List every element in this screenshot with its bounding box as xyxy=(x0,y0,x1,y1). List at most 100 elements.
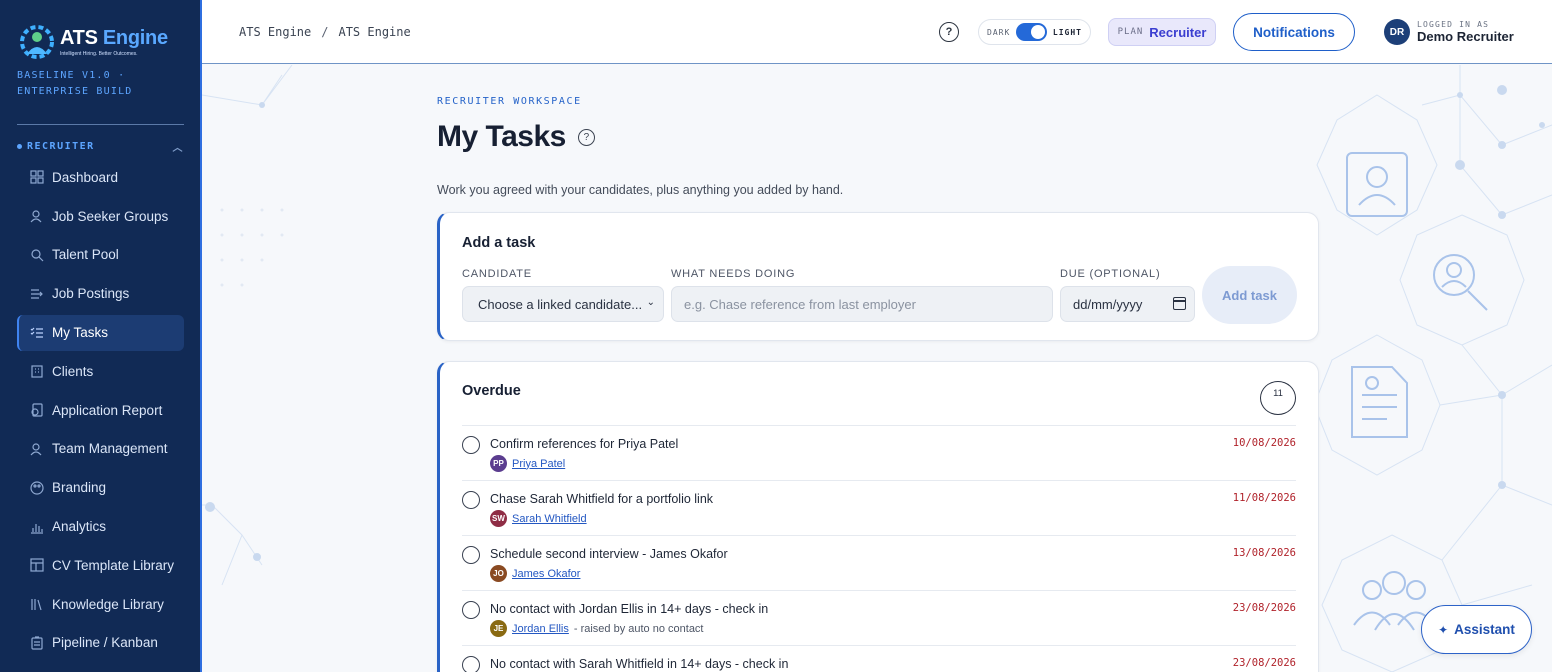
users-icon xyxy=(30,209,44,223)
brand-name-accent: Engine xyxy=(102,27,168,49)
report-icon xyxy=(30,403,44,417)
theme-toggle[interactable]: DARK LIGHT xyxy=(978,19,1091,45)
task-due-date: 11/08/2026 xyxy=(1232,492,1296,504)
task-due-date: 23/08/2026 xyxy=(1232,602,1296,614)
task-complete-checkbox[interactable] xyxy=(462,491,480,509)
sidebar-item-label: CV Template Library xyxy=(52,557,175,573)
bar-chart-icon xyxy=(30,520,44,534)
sidebar-nav: Dashboard Job Seeker Groups Talent Pool Job… xyxy=(17,158,184,662)
task-title: No contact with Jordan Ellis in 14+ days… xyxy=(490,602,769,616)
candidate-link[interactable]: Jordan Ellis xyxy=(512,623,569,635)
sidebar-item-label: Clients xyxy=(52,363,94,379)
task-row: Confirm references for Priya Patel PP Priy… xyxy=(462,425,1296,480)
task-source-note: - raised by auto no contact xyxy=(573,622,704,635)
building-icon xyxy=(30,364,44,378)
help-icon[interactable]: ? xyxy=(939,22,959,42)
task-title: Confirm references for Priya Patel xyxy=(490,437,679,451)
sidebar-item-talent-pool[interactable]: Talent Pool xyxy=(17,236,184,275)
sidebar-item-label: Application Report xyxy=(52,402,163,418)
notifications-button[interactable]: Notifications xyxy=(1233,13,1355,51)
candidate-link[interactable]: Sarah Whitfield xyxy=(512,513,587,525)
brand-name: ATS xyxy=(60,27,98,49)
add-task-card: Add a task CANDIDATE WHAT NEEDS DOING DU… xyxy=(437,212,1319,341)
task-due-date: 13/08/2026 xyxy=(1232,547,1296,559)
task-complete-checkbox[interactable] xyxy=(462,546,480,564)
task-row: No contact with Jordan Ellis in 14+ days… xyxy=(462,590,1296,645)
candidate-link[interactable]: James Okafor xyxy=(512,568,580,580)
sidebar-item-knowledge-library[interactable]: Knowledge Library xyxy=(17,585,184,624)
sidebar-item-dashboard[interactable]: Dashboard xyxy=(17,158,184,197)
plan-label: PLAN xyxy=(1117,27,1144,37)
sidebar-item-clients[interactable]: Clients xyxy=(17,352,184,391)
assistant-button[interactable]: ✦ Assistant xyxy=(1421,605,1532,654)
chevron-up-icon: ︿ xyxy=(172,143,184,154)
overdue-card: Overdue 11 Confirm references for Priya … xyxy=(437,361,1319,672)
divider xyxy=(17,124,184,125)
overdue-task-list: Confirm references for Priya Patel PP Priy… xyxy=(462,425,1296,672)
task-complete-checkbox[interactable] xyxy=(462,601,480,619)
task-title: Chase Sarah Whitfield for a portfolio li… xyxy=(490,492,714,506)
sidebar-item-pipeline-kanban[interactable]: Pipeline / Kanban xyxy=(17,624,184,663)
switch-knob xyxy=(1030,25,1045,39)
due-date-input[interactable]: dd/mm/yyyy xyxy=(1060,286,1195,322)
sidebar-item-job-postings[interactable]: Job Postings xyxy=(17,274,184,313)
clipboard-icon xyxy=(30,636,44,650)
task-due-date: 10/08/2026 xyxy=(1232,437,1296,449)
candidate-avatar: SW xyxy=(490,510,507,527)
dashboard-icon xyxy=(30,170,44,184)
task-complete-checkbox[interactable] xyxy=(462,436,480,454)
sidebar: ATS Engine Intelligent Hiring. Better Ou… xyxy=(0,0,202,672)
candidate-select[interactable]: Choose a linked candidate... ⌄ xyxy=(462,286,664,322)
plan-badge[interactable]: PLAN Recruiter xyxy=(1108,18,1216,46)
sidebar-item-team-management[interactable]: Team Management xyxy=(17,430,184,469)
sidebar-item-job-seeker-groups[interactable]: Job Seeker Groups xyxy=(17,197,184,236)
theme-switch[interactable] xyxy=(1016,23,1047,41)
section-toggle-recruiter[interactable]: RECRUITER ︿ xyxy=(17,139,184,154)
sidebar-item-label: Job Postings xyxy=(52,286,130,302)
due-label: DUE (OPTIONAL) xyxy=(1060,268,1161,280)
task-complete-checkbox[interactable] xyxy=(462,656,480,672)
build-label: BASELINE V1.0 · ENTERPRISE BUILD xyxy=(17,70,133,97)
checklist-icon xyxy=(30,326,44,340)
chevron-down-icon: ⌄ xyxy=(646,297,655,308)
candidate-link[interactable]: Priya Patel xyxy=(512,458,565,470)
brand-logo[interactable]: ATS Engine Intelligent Hiring. Better Ou… xyxy=(17,22,168,62)
help-icon[interactable]: ? xyxy=(577,128,595,146)
sidebar-item-label: Pipeline / Kanban xyxy=(52,635,158,651)
section-label: RECRUITER xyxy=(27,141,95,152)
avatar[interactable]: DR xyxy=(1384,19,1410,45)
library-icon xyxy=(30,597,44,611)
sidebar-item-label: Dashboard xyxy=(52,169,119,185)
breadcrumb: ATS Engine / ATS Engine xyxy=(239,25,411,39)
task-description-input[interactable]: e.g. Chase reference from last employer xyxy=(671,286,1053,322)
user-info[interactable]: LOGGED IN AS Demo Recruiter xyxy=(1417,20,1514,44)
breadcrumb-separator: / xyxy=(321,25,329,39)
sidebar-item-branding[interactable]: Branding xyxy=(17,468,184,507)
task-title: Schedule second interview - James Okafor xyxy=(490,547,728,561)
task-row: No contact with Sarah Whitfield in 14+ d… xyxy=(462,645,1296,672)
search-icon xyxy=(30,248,44,262)
calendar-icon[interactable] xyxy=(1173,297,1186,310)
sidebar-item-label: Job Seeker Groups xyxy=(52,208,169,224)
task-row: Chase Sarah Whitfield for a portfolio li… xyxy=(462,480,1296,535)
overdue-heading: Overdue xyxy=(462,383,521,399)
page-subtitle: Work you agreed with your candidates, pl… xyxy=(437,183,844,197)
user-caption: LOGGED IN AS xyxy=(1417,20,1490,29)
sidebar-item-label: Talent Pool xyxy=(52,247,119,263)
sidebar-item-label: Analytics xyxy=(52,519,107,535)
brand-tagline: Intelligent Hiring. Better Outcomes. xyxy=(60,51,138,57)
candidate-avatar: JE xyxy=(490,620,507,637)
sidebar-item-my-tasks[interactable]: My Tasks xyxy=(17,314,184,351)
add-task-button[interactable]: Add task xyxy=(1202,266,1297,324)
plan-value: Recruiter xyxy=(1149,24,1207,40)
sidebar-item-cv-template-library[interactable]: CV Template Library xyxy=(17,546,184,585)
top-header: ATS Engine / ATS Engine ? DARK LIGHT PLAN … xyxy=(202,0,1552,64)
sidebar-item-label: Branding xyxy=(52,480,107,496)
sidebar-item-label: Knowledge Library xyxy=(52,596,164,612)
sidebar-item-application-report[interactable]: Application Report xyxy=(17,391,184,430)
sidebar-item-analytics[interactable]: Analytics xyxy=(17,507,184,546)
task-due-date: 23/08/2026 xyxy=(1232,657,1296,669)
theme-light-label: LIGHT xyxy=(1052,27,1082,37)
user-name: Demo Recruiter xyxy=(1417,29,1514,44)
breadcrumb-item[interactable]: ATS Engine xyxy=(239,25,311,39)
